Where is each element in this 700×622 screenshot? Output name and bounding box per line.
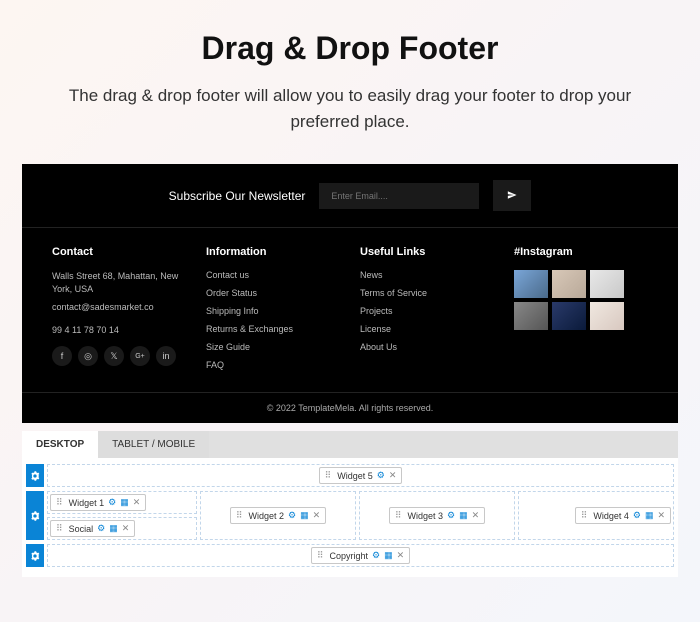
widget-label: Widget 5 [337, 471, 373, 481]
list-item[interactable]: Contact us [206, 270, 340, 280]
instagram-thumb[interactable] [514, 302, 548, 330]
gear-icon[interactable]: ⚙ [447, 510, 455, 521]
instagram-thumb[interactable] [552, 302, 586, 330]
widget-block[interactable]: ⠿ Widget 5 ⚙ ✕ [319, 467, 403, 484]
instagram-thumb[interactable] [590, 270, 624, 298]
newsletter-submit-button[interactable] [493, 180, 531, 211]
list-item[interactable]: Projects [360, 306, 494, 316]
builder-slot[interactable]: ⠿ Widget 4 ⚙ ▦✕ [518, 491, 674, 540]
widget-label: Widget 1 [69, 498, 105, 508]
widget-label: Widget 4 [593, 511, 629, 521]
close-icon[interactable]: ✕ [389, 470, 397, 481]
row-settings-handle[interactable] [26, 464, 44, 487]
close-icon[interactable]: ✕ [397, 550, 405, 561]
list-item[interactable]: News [360, 270, 494, 280]
builder-slot[interactable]: ⠿ Widget 2 ⚙ ▦ ✕ [200, 491, 356, 540]
builder-slot[interactable]: ⠿ Widget 1⚙ ▦ ✕ [47, 491, 197, 514]
gear-icon[interactable]: ⚙ [288, 510, 296, 521]
row-settings-handle[interactable] [26, 544, 44, 567]
instagram-thumb[interactable] [514, 270, 548, 298]
footer-col-useful: Useful Links News Terms of Service Proje… [360, 246, 494, 378]
page-subtitle: The drag & drop footer will allow you to… [60, 83, 640, 134]
information-heading: Information [206, 246, 340, 258]
gear-icon[interactable]: ⚙ [377, 470, 385, 481]
layout-icon[interactable]: ▦ [109, 523, 118, 534]
list-item[interactable]: About Us [360, 342, 494, 352]
footer-col-information: Information Contact us Order Status Ship… [206, 246, 340, 378]
gear-icon[interactable]: ⚙ [97, 523, 105, 534]
copyright-text: © 2022 TemplateMela. All rights reserved… [22, 392, 678, 423]
footer-preview: Subscribe Our Newsletter Contact Walls S… [22, 164, 678, 423]
drag-icon: ⠿ [395, 510, 402, 521]
newsletter-label: Subscribe Our Newsletter [169, 189, 306, 203]
drag-icon: ⠿ [236, 510, 243, 521]
page-title: Drag & Drop Footer [60, 30, 640, 67]
close-icon[interactable]: ✕ [122, 523, 130, 534]
facebook-icon[interactable]: f [52, 346, 72, 366]
twitter-icon[interactable]: 𝕏 [104, 346, 124, 366]
builder-slot[interactable]: ⠿ Widget 5 ⚙ ✕ [47, 464, 674, 487]
widget-block[interactable]: ⠿ Widget 1⚙ ▦ ✕ [50, 494, 146, 511]
instagram-icon[interactable]: ◎ [78, 346, 98, 366]
layout-icon[interactable]: ▦ [459, 510, 468, 521]
close-icon[interactable]: ✕ [472, 510, 480, 521]
list-item[interactable]: Size Guide [206, 342, 340, 352]
newsletter-input[interactable] [319, 183, 479, 209]
widget-label: Widget 3 [407, 511, 443, 521]
gear-icon[interactable]: ⚙ [633, 510, 641, 521]
builder-slot[interactable]: ⠿ Social⚙ ▦ ✕ [47, 517, 197, 540]
widget-label: Widget 2 [248, 511, 284, 521]
layout-icon[interactable]: ▦ [384, 550, 393, 561]
linkedin-icon[interactable]: in [156, 346, 176, 366]
builder-tabs: DESKTOP TABLET / MOBILE [22, 431, 678, 458]
layout-icon[interactable]: ▦ [120, 497, 129, 508]
list-item[interactable]: License [360, 324, 494, 334]
close-icon[interactable]: ✕ [313, 510, 321, 521]
gear-icon[interactable]: ⚙ [108, 497, 116, 508]
widget-block[interactable]: ⠿ Widget 2 ⚙ ▦ ✕ [230, 507, 326, 524]
list-item[interactable]: FAQ [206, 360, 340, 370]
paper-plane-icon [507, 190, 517, 200]
contact-address: Walls Street 68, Mahattan, New York, USA [52, 270, 186, 295]
newsletter-bar: Subscribe Our Newsletter [22, 164, 678, 228]
gear-icon[interactable]: ⚙ [372, 550, 380, 561]
widget-block[interactable]: ⠿ Widget 4 ⚙ ▦✕ [575, 507, 671, 524]
builder-slot[interactable]: ⠿ Widget 3 ⚙ ▦ ✕ [359, 491, 515, 540]
contact-heading: Contact [52, 246, 186, 258]
widget-label: Social [69, 524, 94, 534]
widget-block[interactable]: ⠿ Social⚙ ▦ ✕ [50, 520, 135, 537]
footer-builder: DESKTOP TABLET / MOBILE ⠿ Widget 5 ⚙ ✕ ⠿ Wid… [22, 431, 678, 577]
row-settings-handle[interactable] [26, 491, 44, 540]
list-item[interactable]: Terms of Service [360, 288, 494, 298]
footer-col-contact: Contact Walls Street 68, Mahattan, New Y… [52, 246, 186, 378]
drag-icon: ⠿ [317, 550, 324, 561]
footer-col-instagram: #Instagram [514, 246, 648, 378]
layout-icon[interactable]: ▦ [645, 510, 654, 521]
list-item[interactable]: Order Status [206, 288, 340, 298]
list-item[interactable]: Returns & Exchanges [206, 324, 340, 334]
drag-icon: ⠿ [56, 497, 63, 508]
tab-tablet-mobile[interactable]: TABLET / MOBILE [98, 431, 209, 458]
contact-email: contact@sadesmarket.co [52, 301, 186, 314]
widget-block[interactable]: ⠿ Copyright ⚙ ▦ ✕ [311, 547, 410, 564]
layout-icon[interactable]: ▦ [300, 510, 309, 521]
drag-icon: ⠿ [581, 510, 588, 521]
close-icon[interactable]: ✕ [133, 497, 141, 508]
widget-block[interactable]: ⠿ Widget 3 ⚙ ▦ ✕ [389, 507, 485, 524]
builder-slot[interactable]: ⠿ Copyright ⚙ ▦ ✕ [47, 544, 674, 567]
list-item[interactable]: Shipping Info [206, 306, 340, 316]
google-plus-icon[interactable]: G+ [130, 346, 150, 366]
close-icon[interactable]: ✕ [657, 510, 665, 521]
instagram-heading: #Instagram [514, 246, 648, 258]
drag-icon: ⠿ [325, 470, 332, 481]
widget-label: Copyright [329, 551, 368, 561]
useful-heading: Useful Links [360, 246, 494, 258]
drag-icon: ⠿ [56, 523, 63, 534]
instagram-thumb[interactable] [590, 302, 624, 330]
contact-phone: 99 4 11 78 70 14 [52, 324, 186, 337]
instagram-thumb[interactable] [552, 270, 586, 298]
tab-desktop[interactable]: DESKTOP [22, 431, 98, 458]
